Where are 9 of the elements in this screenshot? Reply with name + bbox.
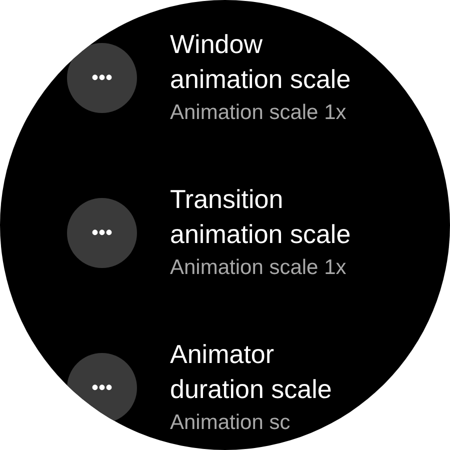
setting-title: Animator duration scale (170, 338, 333, 406)
setting-value: Animation sc (170, 410, 292, 436)
more-button[interactable]: ••• (67, 352, 137, 422)
setting-value: Animation scale 1x (170, 100, 348, 126)
more-button[interactable]: ••• (67, 42, 137, 112)
setting-title: Transition animation scale (170, 182, 352, 250)
setting-title: Window animation scale (170, 28, 352, 96)
setting-value: Animation scale 1x (170, 254, 348, 280)
more-button[interactable]: ••• (67, 198, 137, 268)
